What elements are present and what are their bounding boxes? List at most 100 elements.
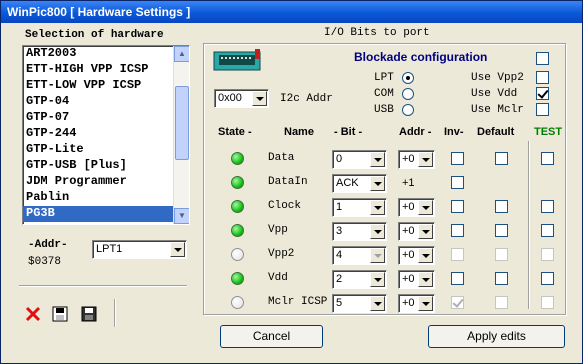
chevron-down-icon[interactable] [370, 200, 385, 215]
hardware-list-item[interactable]: GTP-USB [Plus] [23, 158, 189, 174]
bit-select[interactable]: 5 [332, 294, 387, 313]
save-button[interactable] [78, 303, 100, 325]
chevron-down-icon[interactable] [418, 152, 433, 167]
i2c-addr-label: I2c Addr [280, 93, 333, 105]
hardware-list-scrollbar[interactable]: ▲ ▼ [173, 46, 189, 224]
hardware-list[interactable]: ART2003 ETT-HIGH VPP ICSP ETT-LOW VPP ICSP… [22, 45, 190, 225]
inv-checkbox[interactable] [451, 176, 464, 189]
bit-value: 2 [336, 273, 343, 285]
open-button[interactable] [49, 303, 71, 325]
bit-select[interactable]: 0 [332, 150, 387, 169]
option-checkbox[interactable] [536, 71, 549, 84]
i2c-addr-value: 0x00 [218, 92, 242, 104]
inv-checkbox[interactable] [451, 224, 464, 237]
hardware-list-item[interactable]: Pablin [23, 190, 189, 206]
port-radio-lpt[interactable] [402, 72, 414, 84]
bit-select[interactable]: 3 [332, 222, 387, 241]
addr-select[interactable]: +0 [398, 270, 435, 289]
state-led [231, 296, 244, 309]
hardware-list-item[interactable]: ART2003 [23, 46, 189, 62]
bit-select[interactable]: 2 [332, 270, 387, 289]
hardware-list-item[interactable]: GTP-Lite [23, 142, 189, 158]
addr-select-value: +0 [402, 297, 415, 309]
floppy-save-icon [81, 306, 97, 322]
header-state: State - [218, 126, 252, 138]
bit-value: 3 [336, 225, 343, 237]
blockade-checkbox[interactable] [536, 52, 549, 65]
hardware-list-item[interactable]: ETT-HIGH VPP ICSP [23, 62, 189, 78]
port-radio-usb[interactable] [402, 104, 414, 116]
port-option-label: LPT [374, 72, 394, 84]
signal-name: Vdd [268, 272, 288, 284]
hardware-list-item[interactable]: PG3B [23, 206, 189, 222]
bit-select[interactable]: 1 [332, 198, 387, 217]
chevron-down-icon[interactable] [370, 296, 385, 311]
chevron-down-icon[interactable] [170, 242, 185, 257]
scroll-down-icon[interactable]: ▼ [174, 208, 189, 224]
test-checkbox[interactable] [541, 296, 554, 309]
scroll-up-icon[interactable]: ▲ [174, 46, 189, 62]
cancel-button[interactable]: Cancel [220, 325, 323, 348]
inv-checkbox[interactable] [451, 296, 464, 309]
hardware-settings-window: WinPic800 [ Hardware Settings ] Selectio… [0, 0, 583, 364]
delete-button[interactable] [22, 303, 44, 325]
red-x-icon [25, 306, 41, 322]
default-checkbox[interactable] [495, 248, 508, 261]
state-led [231, 272, 244, 285]
inv-checkbox[interactable] [451, 152, 464, 165]
test-checkbox[interactable] [541, 152, 554, 165]
chevron-down-icon[interactable] [418, 272, 433, 287]
header-default: Default [477, 126, 515, 138]
chevron-down-icon[interactable] [370, 272, 385, 287]
addr-select-value: +0 [402, 225, 415, 237]
addr-select-value: +0 [402, 249, 415, 261]
inv-checkbox[interactable] [451, 200, 464, 213]
chevron-down-icon[interactable] [418, 296, 433, 311]
inv-checkbox[interactable] [451, 248, 464, 261]
test-checkbox[interactable] [541, 224, 554, 237]
default-checkbox[interactable] [495, 200, 508, 213]
bit-select[interactable]: 4 [332, 246, 387, 265]
addr-select[interactable]: +0 [398, 198, 435, 217]
hardware-list-item[interactable]: GTP-244 [23, 126, 189, 142]
default-checkbox[interactable] [495, 296, 508, 309]
port-radio-com[interactable] [402, 88, 414, 100]
hardware-list-item[interactable]: ETT-LOW VPP ICSP [23, 78, 189, 94]
port-option-label: COM [374, 88, 394, 100]
test-checkbox[interactable] [541, 248, 554, 261]
chevron-down-icon[interactable] [418, 200, 433, 215]
signal-name: Mclr ICSP [268, 296, 328, 308]
default-checkbox[interactable] [495, 152, 508, 165]
hardware-list-item[interactable]: GTP-04 [23, 94, 189, 110]
bit-select[interactable]: ACK [332, 174, 387, 193]
addr-select[interactable]: +0 [398, 150, 435, 169]
test-checkbox[interactable] [541, 200, 554, 213]
addr-select[interactable]: +0 [398, 246, 435, 265]
chevron-down-icon[interactable] [370, 152, 385, 167]
chevron-down-icon[interactable] [370, 176, 385, 191]
addr-select[interactable]: +0 [398, 222, 435, 241]
scroll-thumb[interactable] [175, 86, 189, 160]
hardware-list-item[interactable]: GTP-07 [23, 110, 189, 126]
test-separator [528, 141, 530, 309]
i2c-addr-select[interactable]: 0x00 [214, 89, 269, 108]
chevron-down-icon[interactable] [370, 248, 385, 263]
option-checkbox[interactable] [536, 103, 549, 116]
test-checkbox[interactable] [541, 272, 554, 285]
chevron-down-icon[interactable] [252, 91, 267, 106]
addr-static: +1 [402, 177, 415, 189]
bit-value: 1 [336, 201, 343, 213]
chevron-down-icon[interactable] [418, 224, 433, 239]
addr-select[interactable]: +0 [398, 294, 435, 313]
apply-edits-button[interactable]: Apply edits [428, 325, 565, 348]
port-select[interactable]: LPT1 [92, 240, 187, 259]
inv-checkbox[interactable] [451, 272, 464, 285]
hardware-list-item[interactable]: JDM Programmer [23, 174, 189, 190]
chevron-down-icon[interactable] [418, 248, 433, 263]
option-checkbox[interactable] [536, 87, 549, 100]
state-led [231, 200, 244, 213]
chevron-down-icon[interactable] [370, 224, 385, 239]
default-checkbox[interactable] [495, 224, 508, 237]
signal-name: Vpp2 [268, 248, 295, 260]
default-checkbox[interactable] [495, 272, 508, 285]
